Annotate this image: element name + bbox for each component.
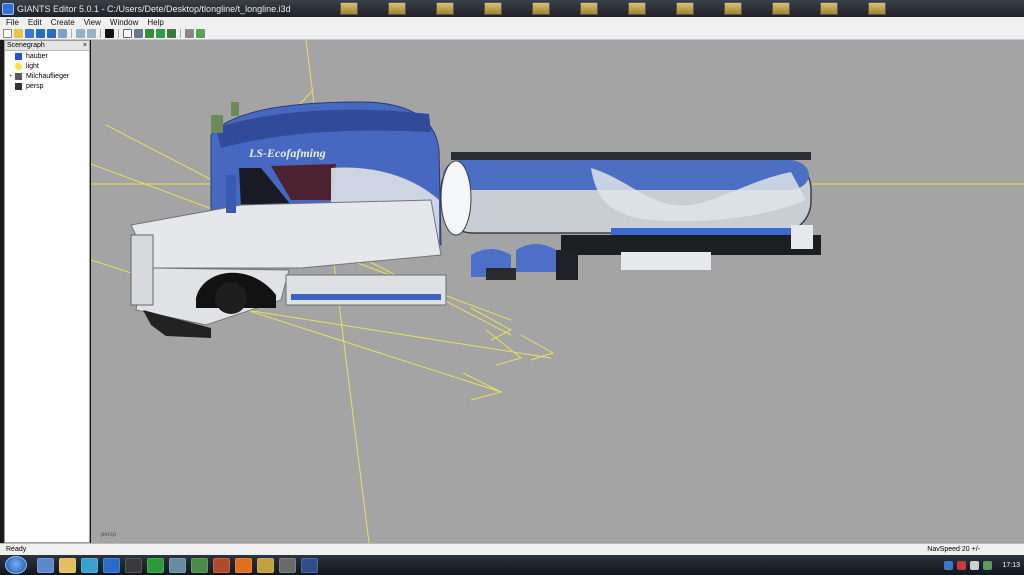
save-icon[interactable] [36, 29, 45, 38]
tool-icon[interactable] [169, 557, 186, 573]
window-icon[interactable] [279, 557, 296, 573]
scenegraph-title: Scenegraph [7, 42, 45, 49]
folder-icon [436, 2, 454, 15]
app-icon [2, 2, 14, 15]
menu-help[interactable]: Help [147, 18, 163, 27]
folder-icon [820, 2, 838, 15]
3d-viewport[interactable]: LS-Ecofafming persp [91, 40, 1024, 543]
folder-icon [628, 2, 646, 15]
move-icon[interactable] [134, 29, 143, 38]
menu-bar: File Edit Create View Window Help [0, 17, 1024, 28]
terrain-icon[interactable] [145, 29, 154, 38]
foliage-icon[interactable] [167, 29, 176, 38]
scene-render: LS-Ecofafming [91, 40, 1024, 543]
folder-icon [340, 2, 358, 15]
camera-icon [15, 83, 22, 90]
export-icon[interactable] [58, 29, 67, 38]
menu-create[interactable]: Create [51, 18, 75, 27]
winrar-icon[interactable] [147, 557, 164, 573]
menu-view[interactable]: View [84, 18, 101, 27]
toolbar [0, 28, 1024, 40]
group-icon [15, 73, 22, 80]
taskbar-apps [37, 557, 318, 573]
play-icon[interactable] [105, 29, 114, 38]
system-tray: 17:13 [944, 555, 1020, 575]
folder-icon [772, 2, 790, 15]
folder-icon [580, 2, 598, 15]
firefox-icon[interactable] [235, 557, 252, 573]
desktop-thumbnails [340, 2, 886, 15]
toolbar-separator [118, 29, 119, 38]
toolbar-separator [180, 29, 181, 38]
folder-icon [484, 2, 502, 15]
folder-icon[interactable] [257, 557, 274, 573]
settings-icon[interactable] [185, 29, 194, 38]
bulb-icon [15, 63, 22, 70]
skype-icon[interactable] [103, 557, 120, 573]
navspeed-indicator: NavSpeed 20 +/- [927, 546, 980, 553]
window-title: GIANTS Editor 5.0.1 - C:/Users/Dete/Desk… [17, 3, 291, 14]
toolbar-separator [100, 29, 101, 38]
flag-icon[interactable] [983, 560, 993, 570]
truck-cab [130, 101, 447, 338]
ie-icon[interactable] [37, 557, 54, 573]
redo-icon[interactable] [87, 29, 96, 38]
scenegraph-panel: Scenegraph × hauber light + Milchauflieg… [4, 40, 90, 543]
giants-icon[interactable] [213, 557, 230, 573]
close-icon[interactable]: × [83, 42, 87, 49]
folder-icon [724, 2, 742, 15]
network-icon[interactable] [944, 560, 954, 570]
folder-icon [868, 2, 886, 15]
save-as-icon[interactable] [47, 29, 56, 38]
start-button[interactable] [5, 556, 27, 574]
scenegraph-item-milchauflieger[interactable]: + Milchauflieger [5, 72, 89, 81]
folder-icon [532, 2, 550, 15]
title-bar: GIANTS Editor 5.0.1 - C:/Users/Dete/Desk… [0, 0, 1024, 17]
scenegraph-header: Scenegraph × [5, 41, 89, 51]
truck-decal-text: LS-Ecofafming [248, 146, 326, 160]
select-icon[interactable] [123, 29, 132, 38]
antivirus-icon[interactable] [957, 560, 967, 570]
new-file-icon[interactable] [3, 29, 12, 38]
cube-icon [15, 53, 22, 60]
fs-icon[interactable] [191, 557, 208, 573]
grid-icon[interactable] [196, 29, 205, 38]
volume-icon[interactable] [970, 560, 980, 570]
camera-label: persp [101, 532, 117, 538]
scenegraph-item-light[interactable]: light [5, 62, 89, 71]
scenegraph-item-hauber[interactable]: hauber [5, 52, 89, 61]
open-folder-icon[interactable] [14, 29, 23, 38]
undo-icon[interactable] [76, 29, 85, 38]
clock[interactable]: 17:13 [1002, 562, 1020, 569]
folder-icon [676, 2, 694, 15]
dropbox-icon[interactable] [81, 557, 98, 573]
explorer-icon[interactable] [59, 557, 76, 573]
import-icon[interactable] [25, 29, 34, 38]
menu-edit[interactable]: Edit [28, 18, 42, 27]
menu-file[interactable]: File [6, 18, 19, 27]
menu-window[interactable]: Window [110, 18, 138, 27]
paint-icon[interactable] [156, 29, 165, 38]
status-bar: Ready NavSpeed 20 +/- [0, 543, 1024, 555]
taskbar: 17:13 [0, 555, 1024, 575]
status-text: Ready [6, 546, 27, 553]
toolbar-separator [71, 29, 72, 38]
folder-icon [388, 2, 406, 15]
editor-icon[interactable] [301, 557, 318, 573]
scenegraph-item-persp[interactable]: persp [5, 82, 89, 91]
steam-icon[interactable] [125, 557, 142, 573]
